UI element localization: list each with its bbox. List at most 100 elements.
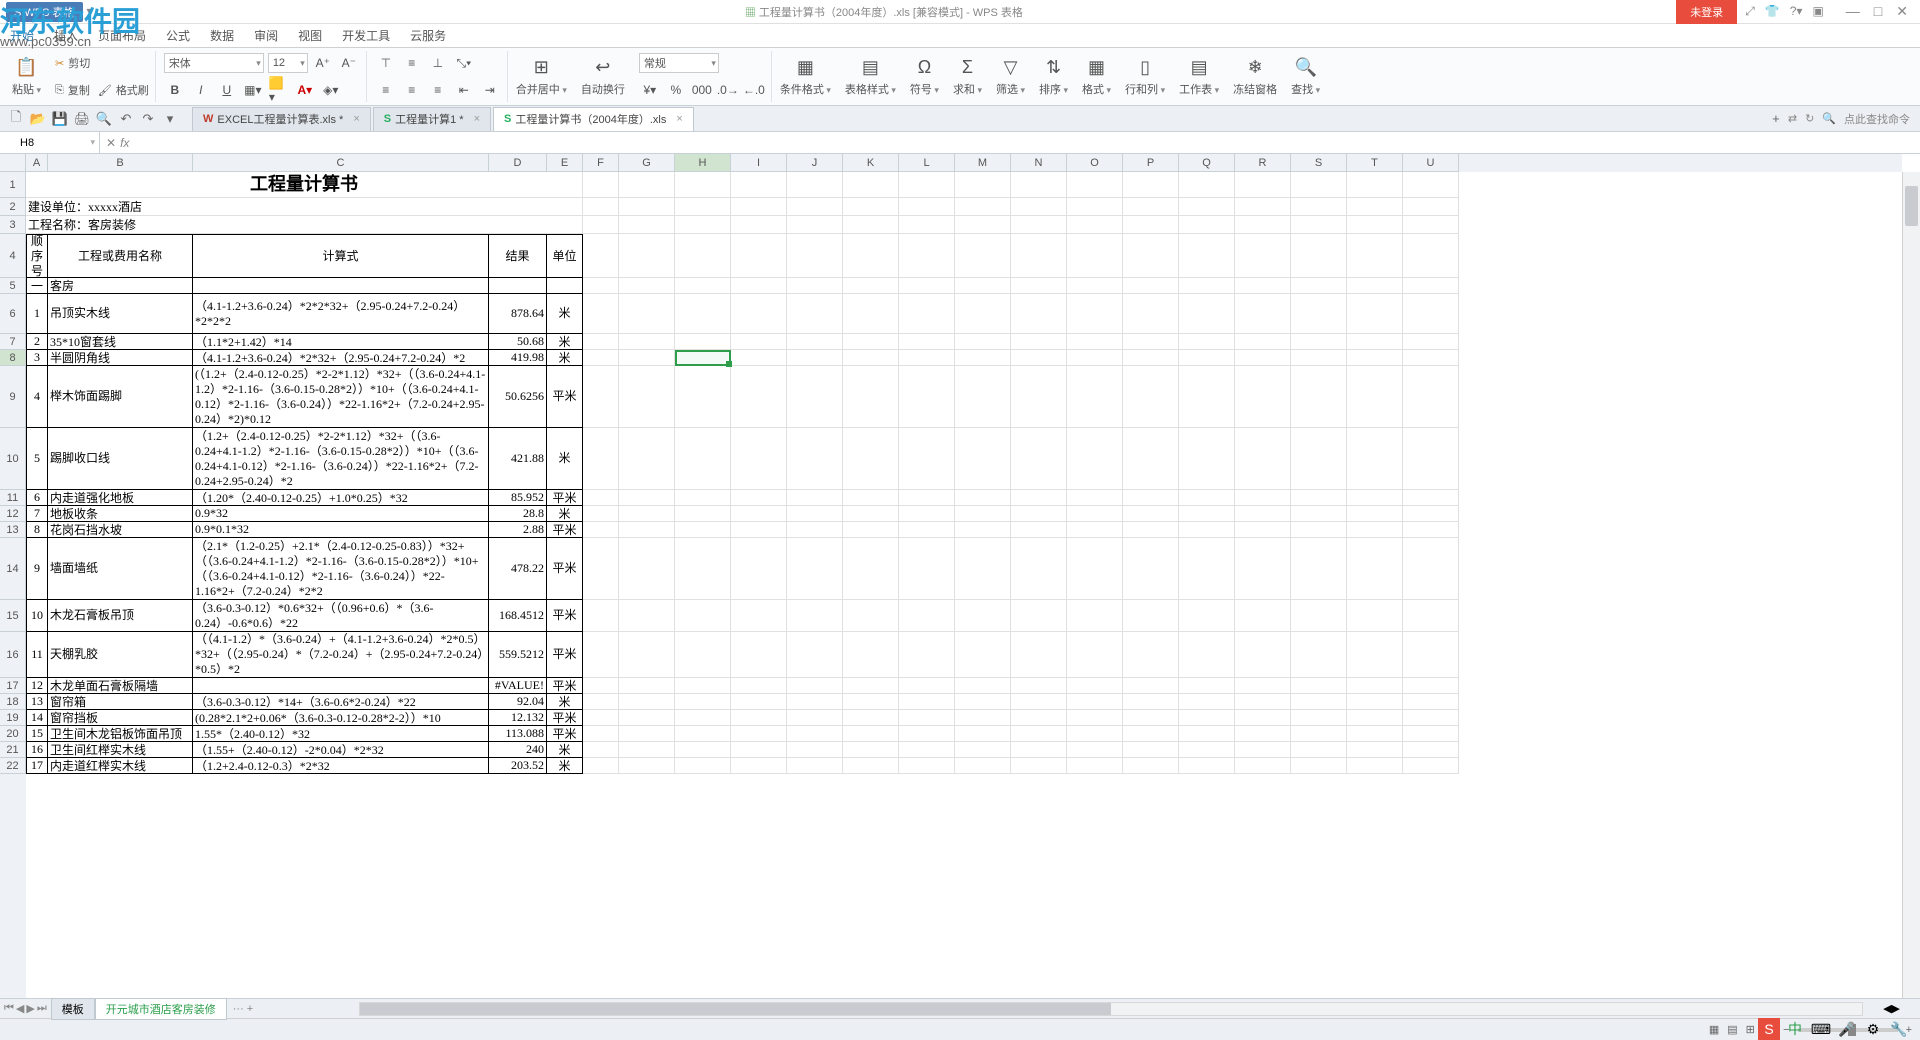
- number-format-combo[interactable]: 常规: [639, 53, 719, 73]
- cell[interactable]: 478.22: [489, 538, 547, 600]
- spreadsheet-grid[interactable]: ABCDEFGHIJKLMNOPQRSTU 123456789101112131…: [0, 154, 1920, 998]
- cell[interactable]: [619, 678, 675, 694]
- cell[interactable]: （3.6-0.3-0.12）*0.6*32+（（0.96+0.6）*（3.6-0…: [193, 600, 489, 632]
- cell[interactable]: [731, 216, 787, 234]
- select-all-corner[interactable]: [0, 154, 26, 172]
- cell[interactable]: [619, 366, 675, 428]
- cell[interactable]: [1347, 334, 1403, 350]
- cell[interactable]: [583, 366, 619, 428]
- col-header[interactable]: K: [843, 154, 899, 172]
- qat-transfer-icon[interactable]: ⇄: [1788, 112, 1797, 125]
- cell[interactable]: [675, 172, 731, 198]
- cell[interactable]: 878.64: [489, 294, 547, 334]
- cell[interactable]: 踢脚收口线: [48, 428, 193, 490]
- format-painter-label[interactable]: 格式刷: [116, 82, 149, 98]
- font-color-button[interactable]: A▾: [294, 80, 316, 100]
- cell[interactable]: [1291, 632, 1347, 678]
- cell[interactable]: [583, 632, 619, 678]
- cell[interactable]: [1011, 522, 1067, 538]
- cell[interactable]: [619, 522, 675, 538]
- cell[interactable]: 2.88: [489, 522, 547, 538]
- cell[interactable]: （（4.1-1.2）*（3.6-0.24）+（4.1-1.2+3.6-0.24）…: [193, 632, 489, 678]
- cell[interactable]: [1235, 726, 1291, 742]
- col-header[interactable]: B: [48, 154, 193, 172]
- currency-icon[interactable]: ¥▾: [639, 80, 661, 100]
- cell[interactable]: [193, 278, 489, 294]
- hscroll-left-icon[interactable]: ◀: [1883, 1002, 1891, 1015]
- cell[interactable]: [731, 294, 787, 334]
- cell[interactable]: [619, 294, 675, 334]
- align-left-icon[interactable]: ≡: [375, 80, 397, 100]
- cell[interactable]: 平米: [547, 632, 583, 678]
- cell[interactable]: [583, 538, 619, 600]
- cell[interactable]: [1123, 172, 1179, 198]
- cell[interactable]: [1403, 726, 1459, 742]
- cell[interactable]: [1123, 678, 1179, 694]
- cell[interactable]: 地板收条: [48, 506, 193, 522]
- cells-viewport[interactable]: 工程量计算书建设单位：xxxxx酒店工程名称：客房装修顺序号工程或费用名称计算式…: [26, 172, 1902, 998]
- cell[interactable]: [955, 334, 1011, 350]
- cell[interactable]: 0.9*0.1*32: [193, 522, 489, 538]
- cell[interactable]: [1403, 428, 1459, 490]
- cell[interactable]: [1291, 506, 1347, 522]
- cell[interactable]: [731, 758, 787, 774]
- qat-save-icon[interactable]: 💾: [50, 109, 70, 129]
- cell[interactable]: [1179, 710, 1235, 726]
- cell[interactable]: [675, 538, 731, 600]
- cell[interactable]: [675, 632, 731, 678]
- cell[interactable]: [1403, 742, 1459, 758]
- col-header[interactable]: T: [1347, 154, 1403, 172]
- cell[interactable]: [1291, 678, 1347, 694]
- qat-more-icon[interactable]: ▾: [160, 109, 180, 129]
- cell[interactable]: [1291, 234, 1347, 278]
- column-headers[interactable]: ABCDEFGHIJKLMNOPQRSTU: [26, 154, 1902, 172]
- menu-layout[interactable]: 页面布局: [98, 27, 146, 44]
- cell[interactable]: [787, 334, 843, 350]
- cell[interactable]: [1123, 694, 1179, 710]
- cell[interactable]: [1179, 678, 1235, 694]
- col-header[interactable]: L: [899, 154, 955, 172]
- cell[interactable]: [675, 726, 731, 742]
- cell[interactable]: [1067, 216, 1123, 234]
- cell[interactable]: [899, 726, 955, 742]
- cell[interactable]: [1123, 710, 1179, 726]
- cell[interactable]: [843, 234, 899, 278]
- cell[interactable]: [1347, 758, 1403, 774]
- cell[interactable]: 13: [26, 694, 48, 710]
- align-right-icon[interactable]: ≡: [427, 80, 449, 100]
- login-button[interactable]: 未登录: [1676, 0, 1737, 24]
- cell[interactable]: [1067, 198, 1123, 216]
- cell[interactable]: [1179, 366, 1235, 428]
- cell[interactable]: [583, 294, 619, 334]
- cell[interactable]: [1347, 278, 1403, 294]
- cell[interactable]: [1067, 726, 1123, 742]
- menu-home[interactable]: 开始: [10, 27, 34, 44]
- cell[interactable]: [731, 600, 787, 632]
- cell[interactable]: 419.98: [489, 350, 547, 366]
- cell[interactable]: （1.20*（2.40-0.12-0.25）+1.0*0.25）*32: [193, 490, 489, 506]
- cell[interactable]: [1235, 538, 1291, 600]
- cell[interactable]: [731, 726, 787, 742]
- cut-icon[interactable]: ✂: [55, 57, 64, 70]
- cell[interactable]: [1235, 350, 1291, 366]
- cell[interactable]: [731, 278, 787, 294]
- cell[interactable]: [955, 538, 1011, 600]
- cell[interactable]: 米: [547, 294, 583, 334]
- cell[interactable]: [1235, 694, 1291, 710]
- cell[interactable]: [1067, 742, 1123, 758]
- cell[interactable]: (（1.2+（2.4-0.12-0.25）*2-2*1.12）*32+（（3.6…: [193, 366, 489, 428]
- cell[interactable]: [1123, 538, 1179, 600]
- cell[interactable]: [843, 694, 899, 710]
- cell[interactable]: [1347, 234, 1403, 278]
- cell[interactable]: [899, 428, 955, 490]
- decrease-font-icon[interactable]: A⁻: [338, 53, 360, 73]
- cell[interactable]: [843, 366, 899, 428]
- cell[interactable]: [1011, 678, 1067, 694]
- cell[interactable]: [899, 710, 955, 726]
- cell[interactable]: [787, 172, 843, 198]
- maximize-button[interactable]: □: [1874, 3, 1882, 20]
- cell[interactable]: [787, 742, 843, 758]
- qat-undo-icon[interactable]: ↶: [116, 109, 136, 129]
- new-tab-button[interactable]: +: [1766, 109, 1786, 129]
- cell[interactable]: 平米: [547, 726, 583, 742]
